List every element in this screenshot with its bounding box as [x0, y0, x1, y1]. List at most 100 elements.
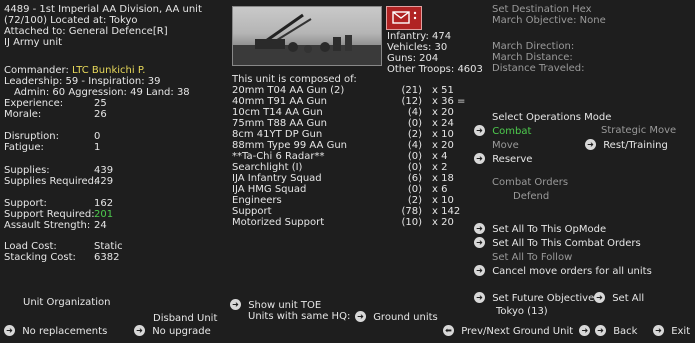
- ops-rest-option[interactable]: ➜ Rest/Training: [585, 139, 668, 151]
- toe-count: (78): [401, 206, 422, 217]
- toe-row[interactable]: 20mm T04 AA Gun (2) (21) x 51: [232, 85, 472, 96]
- stats-disruption: Disruption: 0 Fatigue: 1: [4, 131, 100, 153]
- set-destination-link[interactable]: Set Destination Hex: [492, 4, 606, 15]
- arrow-right-icon[interactable]: ➜: [595, 325, 606, 336]
- toe-name: 40mm T91 AA Gun: [232, 96, 327, 107]
- stat-label: Morale:: [4, 109, 42, 120]
- ops-reserve-option[interactable]: ➜ Reserve: [474, 153, 532, 165]
- stat-label: Experience:: [4, 98, 64, 109]
- set-opmode-button[interactable]: ➜ Set All To This OpMode: [474, 223, 606, 235]
- prev-next-control[interactable]: ⬅ Prev/Next Ground Unit ➜: [443, 325, 591, 337]
- arrow-right-icon[interactable]: ➜: [474, 237, 485, 248]
- toe-qty: x 142: [432, 206, 461, 217]
- toe-name: Searchlight (I): [232, 162, 303, 173]
- set-combat-orders-label[interactable]: Set All To This Combat Orders: [492, 238, 641, 249]
- show-toe-label[interactable]: Show unit TOE: [248, 300, 321, 311]
- admin: Admin: 60 Aggression: 49 Land: 38: [14, 87, 190, 98]
- toe-row[interactable]: Searchlight (I) (0) x 2: [232, 162, 472, 173]
- defend-label[interactable]: Defend: [513, 191, 549, 202]
- stat-label: Supplies:: [4, 165, 50, 176]
- set-all-button[interactable]: ➜ Set All: [594, 292, 644, 304]
- infantry-count: Infantry: 474: [387, 31, 452, 42]
- toe-qty: x 18: [432, 173, 454, 184]
- arrow-right-icon[interactable]: ➜: [355, 311, 366, 322]
- ground-units-button[interactable]: ➜ Ground units: [355, 311, 438, 323]
- same-hq-label: Units with same HQ:: [248, 311, 351, 322]
- toe-row[interactable]: 75mm T88 AA Gun (0) x 24: [232, 118, 472, 129]
- toe-name: 75mm T88 AA Gun: [232, 118, 327, 129]
- exit-label[interactable]: Exit: [671, 326, 690, 337]
- strategic-move-label[interactable]: Strategic Move: [601, 125, 676, 136]
- toe-name: 88mm Type 99 AA Gun: [232, 140, 347, 151]
- commander-name[interactable]: LTC Bunkichi P.: [72, 65, 145, 76]
- future-objective-label[interactable]: Set Future Objective: [492, 293, 594, 304]
- arrow-right-icon[interactable]: ➜: [474, 153, 485, 164]
- toe-row[interactable]: IJA Infantry Squad (6) x 18: [232, 173, 472, 184]
- arrow-right-icon[interactable]: ➜: [579, 325, 591, 336]
- arrow-right-icon[interactable]: ➜: [134, 325, 145, 336]
- show-toe-button[interactable]: ➜ Show unit TOE: [230, 299, 321, 311]
- toe-name: 10cm T14 AA Gun: [232, 107, 323, 118]
- distance-traveled: Distance Traveled:: [492, 63, 585, 74]
- toe-row[interactable]: Motorized Support (10) x 20: [232, 217, 472, 228]
- set-all-label[interactable]: Set All: [612, 293, 644, 304]
- arrow-right-icon[interactable]: ➜: [230, 299, 241, 310]
- reserve-label[interactable]: Reserve: [492, 154, 532, 165]
- combat-label[interactable]: Combat: [492, 126, 531, 137]
- arrow-right-icon[interactable]: ➜: [4, 325, 15, 336]
- toe-count: (0): [407, 184, 422, 195]
- stat-value: 0: [94, 131, 101, 142]
- toe-count: (12): [401, 96, 422, 107]
- toe-row[interactable]: 8cm 41YT DP Gun (2) x 10: [232, 129, 472, 140]
- arrow-right-icon[interactable]: ➜: [594, 292, 605, 303]
- no-upgrade-label[interactable]: No upgrade: [152, 326, 211, 337]
- upgrade-toggle[interactable]: ➜ No upgrade: [134, 325, 211, 337]
- commander-label: Commander:: [4, 65, 69, 76]
- ops-combat-option[interactable]: ➜ Combat: [474, 125, 531, 137]
- back-button[interactable]: ➜ Back: [595, 325, 637, 337]
- march-direction: March Direction:: [492, 41, 575, 52]
- arrow-right-icon[interactable]: ➜: [474, 125, 485, 136]
- toe-qty: x 20: [432, 140, 454, 151]
- set-follow-label[interactable]: Set All To Follow: [492, 252, 572, 263]
- cancel-move-button[interactable]: ➜ Cancel move orders for all units: [474, 265, 652, 277]
- disband-label[interactable]: Disband Unit: [153, 313, 217, 324]
- combat-orders-title: Combat Orders: [492, 177, 569, 188]
- toe-qty: x 6: [432, 184, 448, 195]
- stats-load: Load Cost: Static Stacking Cost: 6382: [4, 241, 123, 263]
- rest-label[interactable]: Rest/Training: [603, 140, 668, 151]
- replacements-toggle[interactable]: ➜ No replacements: [4, 325, 107, 337]
- toe-row[interactable]: 10cm T14 AA Gun (4) x 20: [232, 107, 472, 118]
- toe-row[interactable]: Support (78) x 142: [232, 206, 472, 217]
- exit-button[interactable]: ➜ Exit: [653, 325, 690, 337]
- unit-army: IJ Army unit: [4, 37, 63, 48]
- toe-row[interactable]: Engineers (2) x 10: [232, 195, 472, 206]
- arrow-right-icon[interactable]: ➜: [474, 223, 485, 234]
- arrow-right-icon[interactable]: ➜: [474, 265, 485, 276]
- toe-row[interactable]: 40mm T91 AA Gun (12) x 36 =: [232, 96, 472, 107]
- arrow-right-icon[interactable]: ➜: [653, 325, 664, 336]
- toe-qty: x 4: [432, 151, 448, 162]
- no-replacements-label[interactable]: No replacements: [22, 326, 107, 337]
- future-objective-button[interactable]: ➜ Set Future Objective: [474, 292, 594, 304]
- stats-supplies: Supplies: 439 Supplies Required: 429: [4, 165, 113, 187]
- cancel-move-label[interactable]: Cancel move orders for all units: [492, 266, 652, 277]
- set-opmode-label[interactable]: Set All To This OpMode: [492, 224, 606, 235]
- stat-value: 201: [94, 209, 114, 220]
- set-combat-orders-button[interactable]: ➜ Set All To This Combat Orders: [474, 237, 641, 249]
- toe-count: (10): [401, 217, 422, 228]
- ground-units-label[interactable]: Ground units: [373, 312, 438, 323]
- arrow-right-icon[interactable]: ➜: [585, 139, 596, 150]
- toe-qty: x 10: [432, 195, 454, 206]
- arrow-right-icon[interactable]: ➜: [474, 292, 485, 303]
- toe-row[interactable]: IJA HMG Squad (0) x 6: [232, 184, 472, 195]
- back-label[interactable]: Back: [613, 326, 637, 337]
- march-block: Set Destination Hex March Objective: Non…: [492, 4, 606, 74]
- toe-row[interactable]: **Ta-Chi 6 Radar** (0) x 4: [232, 151, 472, 162]
- arrow-left-icon[interactable]: ⬅: [443, 325, 454, 336]
- march-objective: March Objective: None: [492, 15, 606, 26]
- toe-row[interactable]: 88mm Type 99 AA Gun (4) x 20: [232, 140, 472, 151]
- prev-next-label[interactable]: Prev/Next Ground Unit: [461, 326, 573, 337]
- move-label[interactable]: Move: [492, 140, 519, 151]
- unit-attached: Attached to: General Defence[R]: [4, 26, 168, 37]
